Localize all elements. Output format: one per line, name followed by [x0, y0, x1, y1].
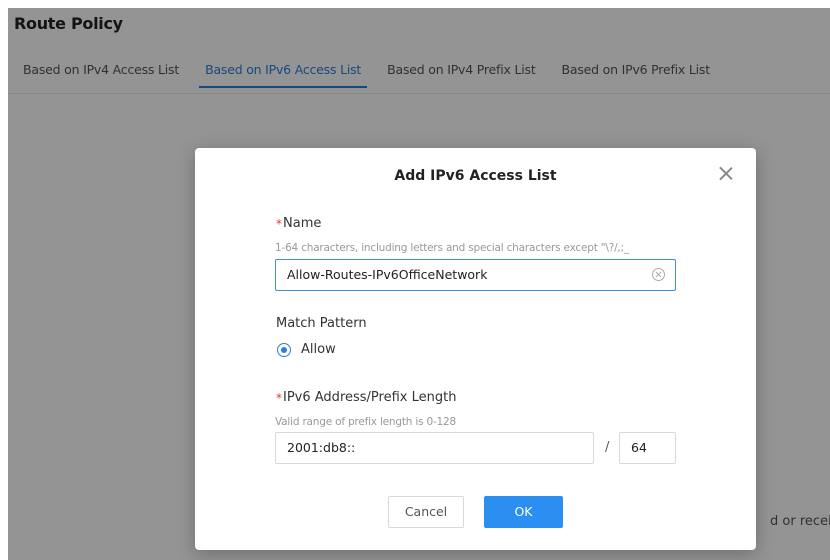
name-label-text: Name: [283, 216, 322, 231]
cancel-button[interactable]: Cancel: [388, 496, 464, 528]
allow-radio-label: Allow: [301, 342, 336, 357]
ipv6-address-label: *IPv6 Address/Prefix Length: [276, 390, 456, 405]
radio-selected-icon[interactable]: [277, 342, 291, 357]
add-ipv6-access-list-dialog: Add IPv6 Access List *Name 1-64 characte…: [195, 148, 756, 550]
dialog-title: Add IPv6 Access List: [394, 168, 557, 184]
ipv6-address-hint: Valid range of prefix length is 0-128: [275, 416, 456, 428]
prefix-separator: /: [605, 440, 610, 455]
ipv6-address-value: 2001:db8::: [287, 440, 356, 455]
prefix-length-value: 64: [631, 440, 647, 455]
name-input[interactable]: Allow-Routes-IPv6OfficeNetwork: [275, 259, 676, 291]
match-pattern-label: Match Pattern: [276, 316, 367, 331]
name-hint: 1-64 characters, including letters and s…: [275, 242, 629, 254]
allow-radio-option[interactable]: Allow: [277, 342, 336, 357]
close-icon[interactable]: [716, 164, 736, 184]
name-label: *Name: [276, 216, 321, 231]
required-mark: *: [276, 217, 282, 231]
name-input-value: Allow-Routes-IPv6OfficeNetwork: [287, 267, 488, 282]
required-mark: *: [276, 391, 282, 405]
ok-button[interactable]: OK: [484, 496, 563, 528]
clear-icon[interactable]: [652, 268, 665, 281]
ipv6-address-input[interactable]: 2001:db8::: [275, 432, 594, 464]
prefix-length-input[interactable]: 64: [619, 432, 676, 464]
ipv6-address-label-text: IPv6 Address/Prefix Length: [283, 390, 457, 405]
